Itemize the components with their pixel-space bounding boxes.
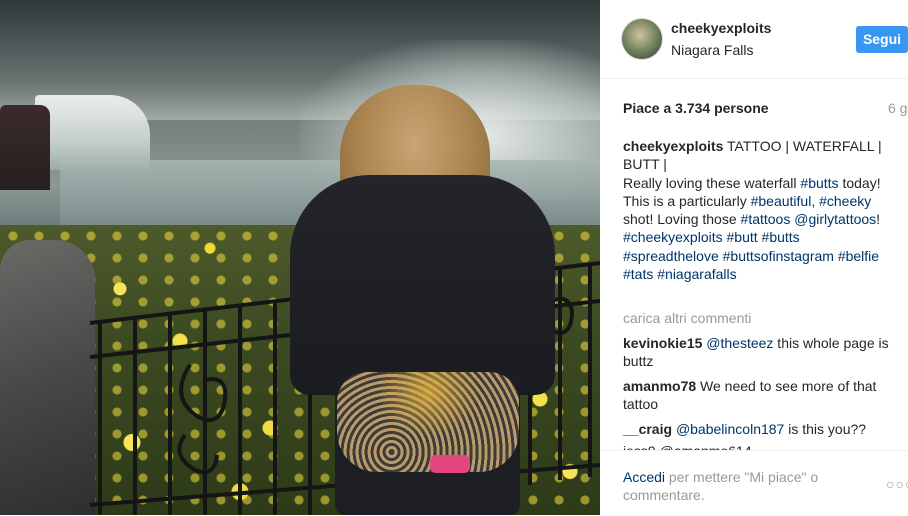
tattoo: [337, 372, 519, 472]
follow-button[interactable]: Segui: [856, 26, 908, 53]
comment-user[interactable]: __craig: [623, 421, 672, 437]
person-jacket: [290, 175, 555, 395]
caption-hashtag[interactable]: #butts: [800, 175, 838, 191]
post-side-panel: cheekyexploits Niagara Falls Segui Piace…: [600, 0, 908, 516]
comment-item: amanmo78 We need to see more of that tat…: [623, 377, 898, 414]
post-header: cheekyexploits Niagara Falls Segui: [600, 0, 908, 79]
caption-body: TATTOO | WATERFALL | BUTT | Really loving…: [623, 138, 882, 282]
comment-text: is this you??: [784, 421, 867, 437]
caption-hashtag[interactable]: #butts: [762, 229, 800, 245]
login-link[interactable]: Accedi: [623, 469, 665, 485]
comment-mention[interactable]: @thesteez: [706, 335, 773, 351]
comment-item: kevinokie15 @thesteez this whole page is…: [623, 334, 898, 371]
more-options-icon[interactable]: ○○○: [886, 476, 908, 492]
waterfall: [35, 95, 150, 170]
login-prompt: Accedi per mettere "Mi piace" o commenta…: [623, 468, 868, 504]
caption-hashtag[interactable]: #niagarafalls: [657, 266, 736, 282]
dark-rock: [0, 105, 50, 190]
likes-count[interactable]: Piace a 3.734 persone: [623, 100, 769, 116]
post-time[interactable]: 6 g: [888, 100, 907, 116]
caption-hashtag[interactable]: #butt: [727, 229, 758, 245]
comment-user[interactable]: amanmo78: [623, 378, 696, 394]
caption-text: ,: [811, 192, 820, 209]
caption-hashtag[interactable]: #belfie: [838, 248, 879, 264]
caption-hashtag[interactable]: #beautiful: [751, 193, 812, 209]
caption-hashtag[interactable]: #cheeky: [819, 193, 871, 209]
comment-item-cutoff: jess9 @amanmo614: [623, 443, 752, 450]
caption-text: shot! Loving those: [623, 211, 741, 228]
caption-hashtag[interactable]: #buttsofinstagram: [723, 248, 834, 264]
caption-hashtag[interactable]: #cheekyexploits: [623, 229, 723, 245]
caption-text: !: [876, 211, 881, 228]
post-location[interactable]: Niagara Falls: [671, 42, 753, 58]
comment-item: __craig @babelincoln187 is this you??: [623, 420, 898, 438]
caption-author[interactable]: cheekyexploits: [623, 138, 723, 154]
post-caption: cheekyexploits TATTOO | WATERFALL | BUTT…: [623, 137, 893, 283]
comment-user[interactable]: kevinokie15: [623, 335, 702, 351]
caption-hashtag[interactable]: #tattoos: [741, 211, 791, 227]
post-image[interactable]: [0, 0, 600, 515]
tattoo-accent: [430, 455, 470, 473]
author-username[interactable]: cheekyexploits: [671, 20, 771, 36]
caption-hashtag[interactable]: @girlytattoos: [794, 211, 876, 227]
caption-hashtag[interactable]: #tats: [623, 266, 653, 282]
load-more-comments[interactable]: carica altri commenti: [623, 310, 751, 326]
avatar[interactable]: [621, 18, 663, 60]
caption-hashtag[interactable]: #spreadthelove: [623, 248, 719, 264]
caption-text: Really loving these waterfall: [623, 174, 801, 191]
comment-mention[interactable]: @babelincoln187: [676, 421, 784, 437]
stone-pillar: [0, 240, 95, 515]
